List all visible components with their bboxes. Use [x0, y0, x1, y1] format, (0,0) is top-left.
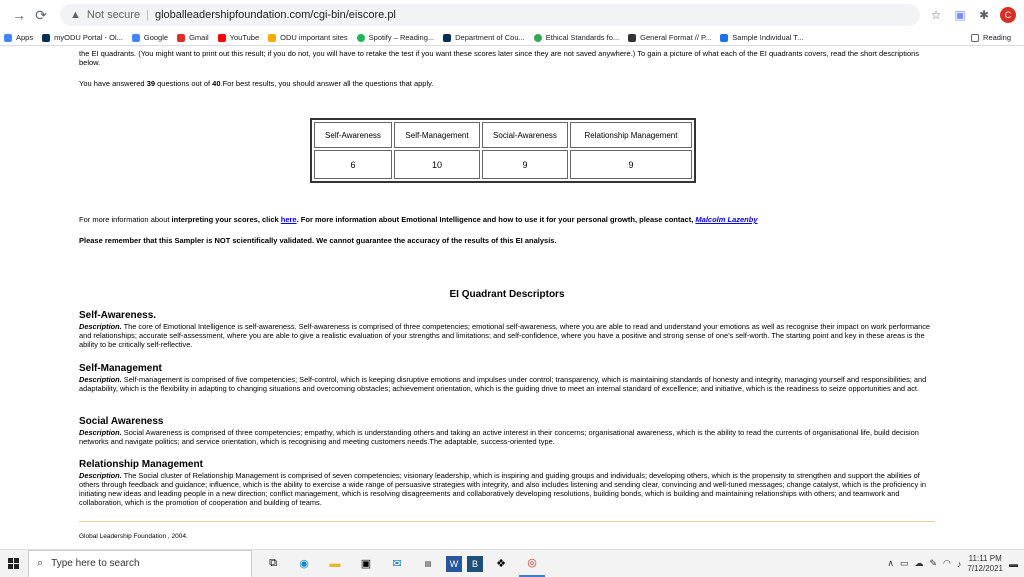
t-icon: [720, 33, 729, 42]
value-self-management: 10: [394, 150, 480, 179]
system-tray: ∧ ▭ ☁ ✎ ◠ ♪ 11:11 PM 7/12/2021 ▬: [887, 554, 1024, 574]
taskbar: ⌕ Type here to search ⧉ ◉ ▬ ▣ ✉ ▤ W B ❖ …: [0, 549, 1024, 577]
bookmark-youtube[interactable]: YouTube: [217, 33, 259, 42]
notification-icon[interactable]: ▬: [1009, 559, 1018, 569]
url-separator: |: [146, 9, 149, 21]
apps-icon: [4, 33, 12, 42]
chevron-up-icon[interactable]: ∧: [887, 558, 894, 569]
clock[interactable]: 11:11 PM 7/12/2021: [967, 554, 1003, 574]
section-self-awareness: Self-Awareness. Description. The core of…: [79, 310, 935, 349]
header-self-management: Self-Management: [394, 122, 480, 148]
reload-icon[interactable]: ⟳: [30, 4, 52, 26]
youtube-icon: [217, 33, 226, 42]
bookmark-spotify[interactable]: Spotify – Reading...: [356, 33, 434, 42]
taskbar-search[interactable]: ⌕ Type here to search: [28, 549, 252, 577]
descriptors-title: EI Quadrant Descriptors: [449, 289, 565, 300]
google-icon: [131, 33, 140, 42]
spotify-icon: [356, 33, 365, 42]
header-relationship-management: Relationship Management: [570, 122, 692, 148]
bookmark-ethical[interactable]: Ethical Standards fo...: [533, 33, 619, 42]
purdue-icon: [628, 33, 637, 42]
section-title: Social Awareness: [79, 416, 164, 427]
pen-icon[interactable]: ✎: [930, 558, 938, 569]
bookmark-apps[interactable]: Apps: [4, 33, 33, 42]
section-description: Description. Social Awareness is compris…: [79, 428, 919, 446]
reading-list[interactable]: Reading: [971, 33, 1011, 42]
b-app-icon[interactable]: B: [467, 555, 483, 572]
bookmark-google[interactable]: Google: [131, 33, 168, 42]
browser-toolbar: → ⟳ ▲ Not secure | globalleadershipfound…: [0, 0, 1024, 30]
amazon-icon[interactable]: ▤: [415, 551, 441, 577]
address-bar[interactable]: ▲ Not secure | globalleadershipfoundatio…: [60, 4, 920, 26]
bookmarks-bar: Apps myODU Portal - Ol... Google Gmail Y…: [0, 30, 1024, 46]
header-self-awareness: Self-Awareness: [314, 122, 392, 148]
footer-divider: [79, 521, 935, 522]
bookmark-department[interactable]: Department of Cou...: [443, 33, 525, 42]
chrome-icon[interactable]: ◎: [519, 551, 545, 577]
scores-header-row: Self-Awareness Self-Management Social-Aw…: [314, 122, 692, 148]
section-title: Self-Awareness.: [79, 310, 157, 321]
section-social-awareness: Social Awareness Description. Social Awa…: [79, 416, 935, 446]
warning-icon: ▲: [70, 9, 81, 21]
word-icon[interactable]: W: [446, 555, 462, 572]
extension-icon[interactable]: ▣: [952, 7, 968, 23]
gmail-icon: [177, 33, 186, 42]
folder-icon: [268, 33, 277, 42]
forward-icon[interactable]: →: [8, 4, 30, 26]
interpret-link[interactable]: here: [281, 215, 297, 224]
scores-table: Self-Awareness Self-Management Social-Aw…: [310, 118, 696, 183]
task-view-icon[interactable]: ⧉: [260, 551, 286, 577]
ethics-icon: [533, 33, 542, 42]
url-text: globalleadershipfoundation.com/cgi-bin/e…: [154, 9, 396, 21]
value-relationship-management: 9: [570, 150, 692, 179]
cloud-icon[interactable]: ☁: [915, 558, 924, 569]
bookmark-odu-sites[interactable]: ODU important sites: [268, 33, 348, 42]
security-label: Not secure: [86, 9, 141, 21]
windows-start-icon[interactable]: [0, 550, 28, 577]
footer-text: Global Leadership Foundation , 2004.: [79, 533, 188, 540]
puzzle-icon[interactable]: ✱: [976, 7, 992, 23]
section-description: Description. The core of Emotional Intel…: [79, 322, 931, 349]
contact-link[interactable]: Malcolm Lazenby: [695, 215, 757, 224]
star-icon[interactable]: ☆: [928, 7, 944, 23]
reading-list-icon: [971, 33, 980, 42]
value-self-awareness: 6: [314, 150, 392, 179]
disclaimer: Please remember that this Sampler is NOT…: [79, 236, 557, 245]
store-icon[interactable]: ▣: [353, 551, 379, 577]
section-description: Description. The Social cluster of Relat…: [79, 471, 926, 507]
volume-icon[interactable]: ♪: [957, 559, 962, 569]
section-description: Description. Self-management is comprise…: [79, 375, 927, 393]
wifi-icon[interactable]: ◠: [943, 558, 951, 569]
page-content: the EI quadrants. (You might want to pri…: [0, 46, 1024, 549]
odu-icon: [42, 33, 51, 42]
value-social-awareness: 9: [482, 150, 568, 179]
mail-icon[interactable]: ✉: [384, 551, 410, 577]
section-title: Self-Management: [79, 363, 162, 374]
section-self-management: Self-Management Description. Self-manage…: [79, 363, 935, 393]
section-relationship-management: Relationship Management Description. The…: [79, 459, 935, 507]
odu-icon: [443, 33, 452, 42]
scores-value-row: 6 10 9 9: [314, 150, 692, 179]
header-social-awareness: Social-Awareness: [482, 122, 568, 148]
section-title: Relationship Management: [79, 459, 203, 470]
search-icon: ⌕: [37, 557, 44, 569]
more-info-line: For more information about interpreting …: [79, 215, 758, 224]
bookmark-general-format[interactable]: General Format // P...: [628, 33, 711, 42]
intro-text: the EI quadrants. (You might want to pri…: [79, 49, 920, 67]
bookmark-sample[interactable]: Sample Individual T...: [720, 33, 803, 42]
file-explorer-icon[interactable]: ▬: [322, 551, 348, 577]
dropbox-icon[interactable]: ❖: [488, 551, 514, 577]
edge-icon[interactable]: ◉: [291, 551, 317, 577]
bookmark-myodu[interactable]: myODU Portal - Ol...: [42, 33, 123, 42]
profile-avatar[interactable]: C: [1000, 7, 1016, 23]
answered-line: You have answered 39 questions out of 40…: [79, 79, 434, 88]
bookmark-gmail[interactable]: Gmail: [177, 33, 209, 42]
battery-icon[interactable]: ▭: [900, 558, 909, 569]
